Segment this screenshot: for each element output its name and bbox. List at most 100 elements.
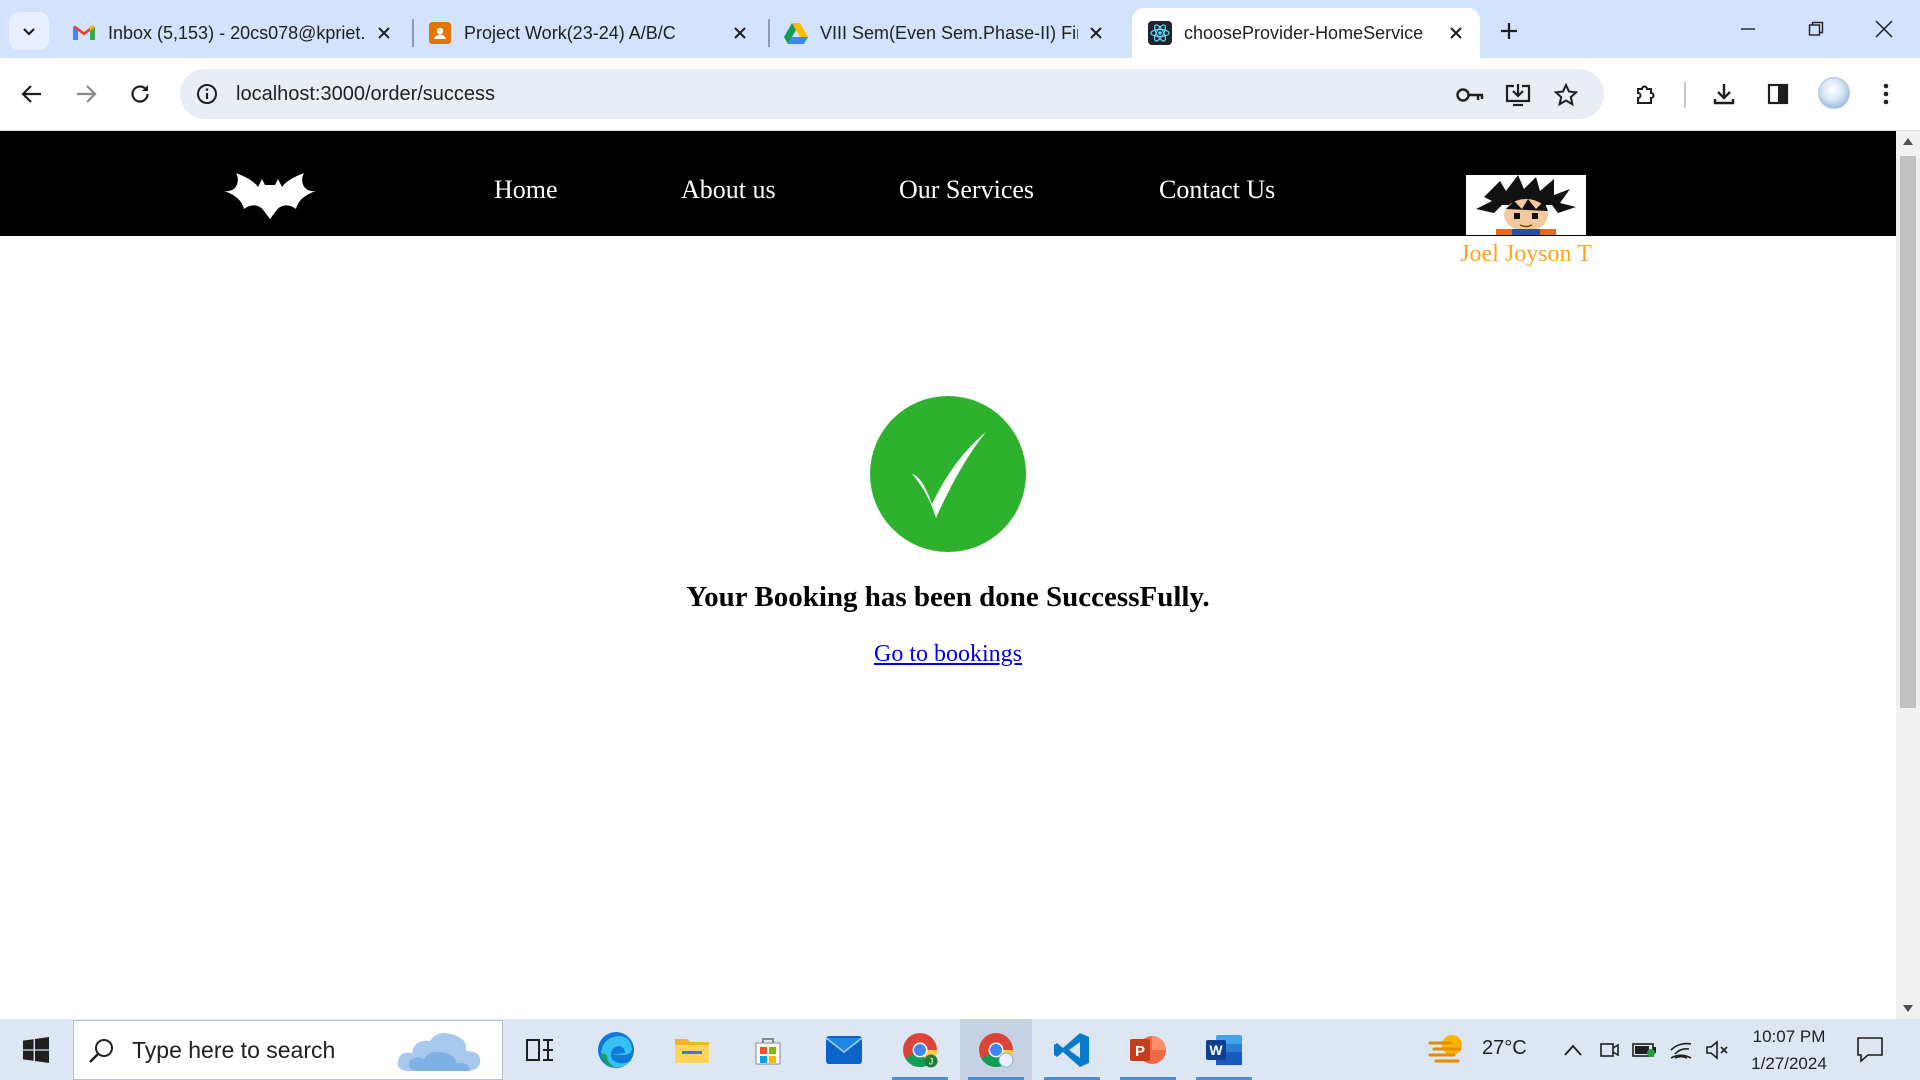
page-viewport: Home About us Our Services Contact Us Jo… bbox=[0, 131, 1896, 1019]
close-icon[interactable] bbox=[1084, 21, 1108, 45]
user-avatar[interactable] bbox=[1466, 175, 1586, 235]
download-icon bbox=[1713, 84, 1735, 105]
clock-time: 10:07 PM bbox=[1752, 1027, 1826, 1046]
tab-title: chooseProvider-HomeService bbox=[1184, 22, 1424, 43]
taskbar-chrome[interactable] bbox=[960, 1019, 1032, 1080]
chevron-up-icon[interactable] bbox=[1560, 1037, 1586, 1063]
close-icon[interactable] bbox=[1444, 21, 1468, 45]
chrome-icon bbox=[979, 1032, 1014, 1067]
close-icon[interactable] bbox=[728, 21, 752, 45]
page-scrollbar[interactable] bbox=[1896, 131, 1920, 1019]
arrow-right-icon bbox=[77, 85, 97, 103]
arrow-left-icon bbox=[21, 85, 41, 103]
nav-about-link[interactable]: About us bbox=[681, 175, 776, 205]
tab-gmail[interactable]: Inbox (5,153) - 20cs078@kpriet.ac.in bbox=[56, 8, 408, 58]
restore-button[interactable] bbox=[1782, 0, 1850, 58]
word-icon: W bbox=[1206, 1034, 1242, 1065]
speaker-muted-icon[interactable] bbox=[1704, 1037, 1730, 1063]
new-tab-button[interactable] bbox=[1492, 14, 1526, 48]
notification-icon[interactable] bbox=[1856, 1035, 1884, 1063]
scroll-up-arrow-icon[interactable] bbox=[1903, 138, 1913, 145]
plus-icon bbox=[1501, 23, 1517, 39]
bat-logo-icon[interactable] bbox=[224, 173, 316, 219]
side-panel-button[interactable] bbox=[1760, 76, 1796, 112]
restore-icon bbox=[1808, 21, 1824, 36]
extensions-button[interactable] bbox=[1628, 76, 1664, 112]
taskbar-mail[interactable] bbox=[808, 1019, 880, 1080]
go-to-bookings-link[interactable]: Go to bookings bbox=[874, 641, 1022, 667]
svg-text:W: W bbox=[1209, 1042, 1223, 1058]
tab-strip: Inbox (5,153) - 20cs078@kpriet.ac.in Pro… bbox=[0, 0, 1920, 58]
react-icon bbox=[1148, 21, 1172, 45]
weather-haze-icon bbox=[1428, 1035, 1462, 1063]
close-window-button[interactable] bbox=[1850, 0, 1918, 58]
task-view-button[interactable] bbox=[504, 1019, 576, 1080]
scroll-down-arrow-icon[interactable] bbox=[1903, 1005, 1913, 1012]
tab-drive[interactable]: VIII Sem(Even Sem.Phase-II) First bbox=[768, 8, 1120, 58]
folder-icon bbox=[675, 1038, 709, 1063]
chrome-icon: J bbox=[903, 1032, 938, 1067]
taskbar-store[interactable] bbox=[732, 1019, 804, 1080]
tab-search-button[interactable] bbox=[9, 12, 49, 50]
task-view-icon bbox=[526, 1038, 553, 1061]
mail-icon bbox=[826, 1035, 862, 1064]
taskbar-chrome-profile[interactable]: J bbox=[884, 1019, 956, 1080]
tab-classroom[interactable]: Project Work(23-24) A/B/C bbox=[412, 8, 764, 58]
user-name: Joel Joyson T bbox=[1460, 241, 1592, 267]
reload-button[interactable] bbox=[122, 76, 158, 112]
go-to-bookings: Go to bookings bbox=[0, 641, 1896, 668]
taskbar-search-box[interactable]: Type here to search bbox=[73, 1020, 503, 1080]
install-app-icon[interactable] bbox=[1504, 81, 1532, 109]
site-info-icon[interactable] bbox=[194, 81, 220, 107]
vscode-icon bbox=[1054, 1032, 1089, 1067]
close-icon[interactable] bbox=[372, 21, 396, 45]
taskbar-vscode[interactable] bbox=[1036, 1019, 1108, 1080]
google-drive-icon bbox=[784, 21, 808, 45]
windows-logo-icon bbox=[23, 1036, 49, 1063]
meet-now-icon[interactable] bbox=[1596, 1037, 1622, 1063]
nav-home-link[interactable]: Home bbox=[494, 175, 558, 205]
weather-temperature[interactable]: 27°C bbox=[1482, 1037, 1527, 1060]
chevron-down-icon bbox=[23, 28, 35, 36]
menu-button[interactable] bbox=[1868, 76, 1904, 112]
nav-contact-link[interactable]: Contact Us bbox=[1159, 175, 1275, 205]
taskbar-word[interactable]: W bbox=[1188, 1019, 1260, 1080]
powerpoint-icon: P bbox=[1130, 1035, 1166, 1064]
battery-icon[interactable] bbox=[1632, 1037, 1658, 1063]
more-vertical-icon bbox=[1883, 83, 1889, 105]
url-text[interactable]: localhost:3000/order/success bbox=[236, 83, 495, 106]
close-icon bbox=[1875, 20, 1893, 38]
site-navbar: Home About us Our Services Contact Us bbox=[0, 131, 1896, 236]
taskbar-edge[interactable] bbox=[580, 1019, 652, 1080]
back-button[interactable] bbox=[14, 76, 50, 112]
nav-services-link[interactable]: Our Services bbox=[899, 175, 1034, 205]
store-icon bbox=[755, 1037, 781, 1064]
downloads-button[interactable] bbox=[1706, 76, 1742, 112]
clock-date: 1/27/2024 bbox=[1751, 1054, 1827, 1073]
search-icon bbox=[89, 1039, 113, 1063]
minimize-button[interactable] bbox=[1714, 0, 1782, 58]
search-placeholder: Type here to search bbox=[132, 1037, 336, 1063]
puzzle-icon bbox=[1637, 85, 1655, 104]
reload-icon bbox=[131, 85, 149, 103]
profile-avatar[interactable] bbox=[1818, 77, 1850, 109]
taskbar-file-explorer[interactable] bbox=[656, 1019, 728, 1080]
classroom-icon bbox=[428, 21, 452, 45]
address-bar[interactable]: localhost:3000/order/success bbox=[180, 69, 1604, 119]
password-key-icon[interactable] bbox=[1456, 81, 1484, 109]
scrollbar-thumb[interactable] bbox=[1900, 156, 1916, 708]
taskbar-powerpoint[interactable]: P bbox=[1112, 1019, 1184, 1080]
tab-title: VIII Sem(Even Sem.Phase-II) First bbox=[820, 22, 1078, 43]
toolbar-divider bbox=[1684, 82, 1686, 108]
wifi-icon[interactable] bbox=[1668, 1037, 1694, 1063]
minimize-icon bbox=[1741, 28, 1755, 30]
start-button[interactable] bbox=[0, 1019, 72, 1080]
booking-success-message: Your Booking has been done SuccessFully. bbox=[686, 581, 1210, 613]
bookmark-star-icon[interactable] bbox=[1552, 81, 1580, 109]
tab-choose-provider[interactable]: chooseProvider-HomeService bbox=[1132, 8, 1480, 58]
edge-icon bbox=[598, 1031, 634, 1068]
tab-title: Inbox (5,153) - 20cs078@kpriet.ac.in bbox=[108, 22, 366, 43]
browser-toolbar: localhost:3000/order/success bbox=[0, 58, 1920, 131]
system-clock[interactable]: 10:07 PM 1/27/2024 bbox=[1734, 1023, 1844, 1077]
forward-button[interactable] bbox=[68, 76, 104, 112]
